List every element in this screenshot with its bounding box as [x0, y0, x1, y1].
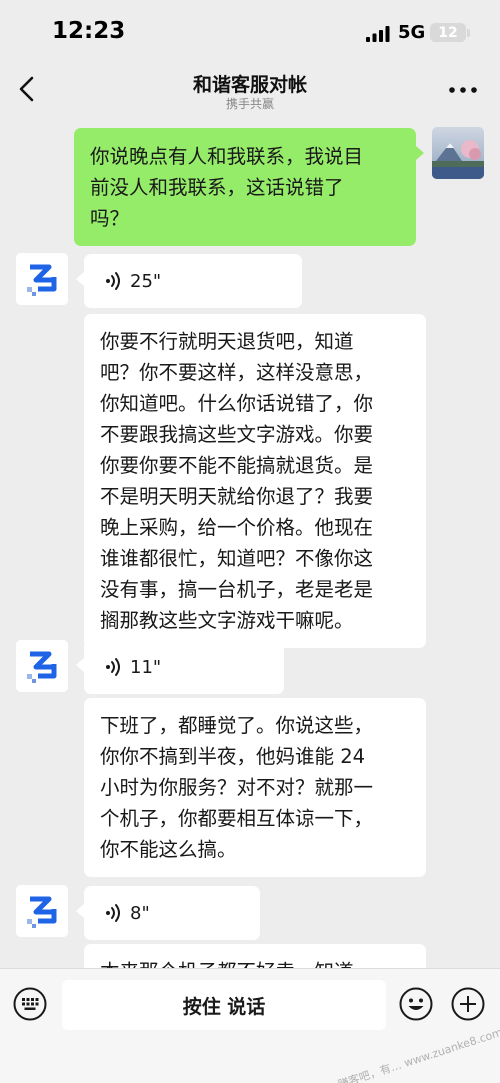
voice-message[interactable]: 25" — [84, 254, 302, 308]
emoji-icon[interactable] — [399, 987, 433, 1021]
message-line: 你不能这么搞。 — [100, 838, 237, 861]
message-line: 谁谁都很忙，知道吧？不像你这 — [100, 547, 374, 570]
voice-icon — [106, 658, 120, 676]
signal-icon — [366, 26, 390, 42]
message-line: 晚上采购，给一个价格。他现在 — [100, 516, 374, 539]
message-line: 搁那教这些文字游戏干嘛呢。 — [100, 609, 354, 632]
message-line: 吧？你不要这样，这样没意思， — [100, 361, 374, 384]
message-line: 你知道吧。什么你话说错了，你 — [100, 392, 374, 415]
message-line: 不要跟我搞这些文字游戏。你要 — [100, 423, 374, 446]
status-bar: 12:23 5G 12 — [0, 0, 500, 62]
plus-icon[interactable] — [451, 987, 485, 1021]
battery-tip — [467, 29, 470, 37]
message-line: 你说晚点有人和我联系，我说目 — [90, 145, 364, 168]
message-line: 吗？ — [90, 207, 130, 230]
bubble-tail — [416, 146, 424, 160]
voice-duration: 8" — [130, 902, 150, 924]
keyboard-icon[interactable] — [13, 987, 47, 1021]
nav-bar: 和谐客服对帐 携手共赢 — [0, 62, 500, 118]
chat-title: 和谐客服对帐 — [192, 74, 307, 96]
network-label: 5G — [398, 22, 426, 43]
bubble-tail — [76, 272, 84, 286]
message-line: 你你不搞到半夜，他妈谁能 24 — [100, 745, 366, 768]
received-message-bubble[interactable]: 你要不行就明天退货吧，知道 吧？你不要这样，这样没意思， 你知道吧。什么你话说错… — [84, 314, 426, 648]
status-time: 12:23 — [52, 18, 126, 44]
agent-avatar[interactable] — [16, 885, 68, 937]
user-avatar[interactable] — [432, 127, 484, 179]
battery-level: 12 — [438, 24, 458, 41]
message-line: 个机子，你都要相互体谅一下， — [100, 807, 374, 830]
bubble-tail — [76, 904, 84, 918]
voice-message[interactable]: 11" — [84, 640, 284, 694]
voice-icon — [106, 272, 120, 290]
hold-to-talk-button[interactable]: 按住 说话 — [62, 980, 386, 1030]
agent-avatar[interactable] — [16, 640, 68, 692]
message-line: 前没人和我联系，这话说错了 — [90, 176, 344, 199]
chat-subtitle: 携手共赢 — [225, 97, 274, 111]
voice-duration: 25" — [130, 270, 162, 292]
agent-avatar[interactable] — [16, 253, 68, 305]
sent-message-bubble[interactable]: 你说晚点有人和我联系，我说目 前没人和我联系，这话说错了 吗？ — [74, 128, 416, 246]
message-line: 小时为你服务？对不对？就那一 — [100, 776, 374, 799]
message-line: 你要不行就明天退货吧，知道 — [100, 330, 354, 353]
message-line: 没有事，搞一台机子，老是老是 — [100, 578, 374, 601]
bubble-tail — [76, 658, 84, 672]
battery-icon: 12 — [430, 23, 466, 42]
message-line: 不是明天明天就给你退了？我要 — [100, 485, 374, 508]
voice-message[interactable]: 8" — [84, 886, 260, 940]
voice-duration: 11" — [130, 656, 162, 678]
input-bar: 按住 说话 — [0, 968, 500, 1083]
message-line: 你要你要不能不能搞就退货。是 — [100, 454, 374, 477]
voice-icon — [106, 904, 120, 922]
more-icon[interactable] — [446, 82, 480, 98]
received-message-bubble[interactable]: 下班了，都睡觉了。你说这些， 你你不搞到半夜，他妈谁能 24 小时为你服务？对不… — [84, 698, 426, 877]
message-line: 下班了，都睡觉了。你说这些， — [100, 714, 374, 737]
